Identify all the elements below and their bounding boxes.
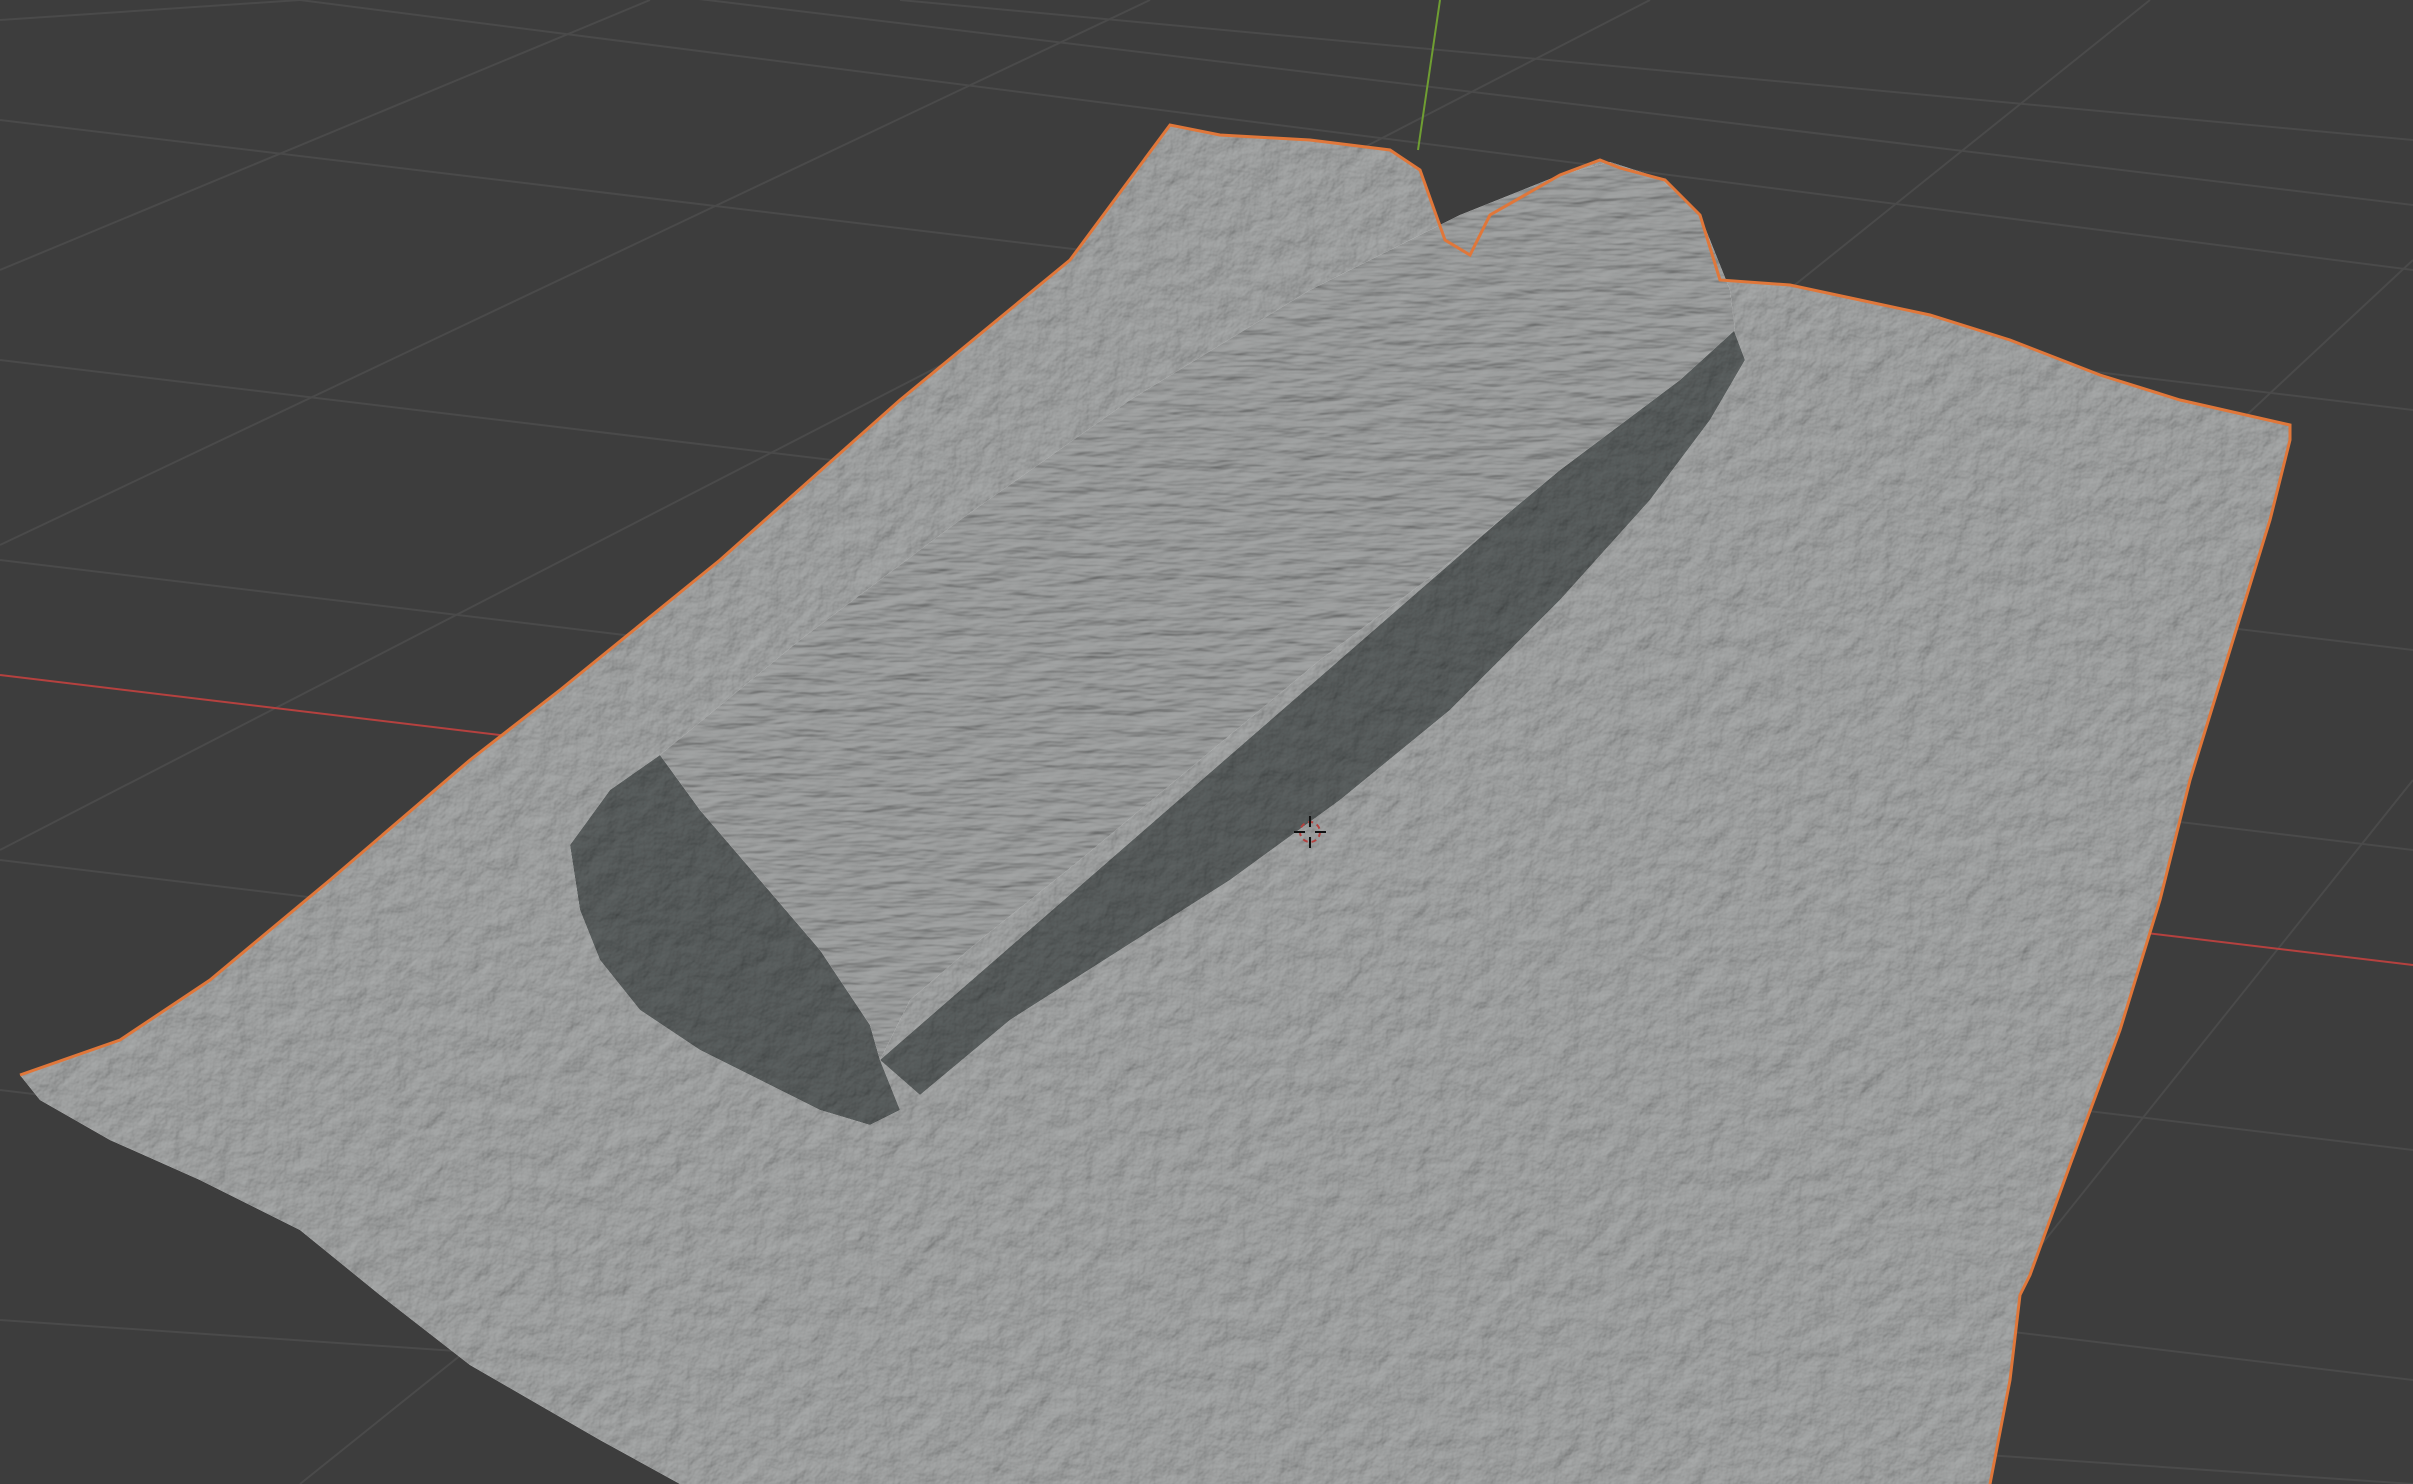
y-axis-line (1417, 0, 1441, 151)
grid-line (899, 0, 2413, 141)
scanned-terrain-mesh[interactable] (19, 123, 2292, 1484)
viewport-scene[interactable] (0, 0, 2413, 1484)
terrain-ground-surface (20, 125, 2290, 1484)
grid-line (0, 0, 301, 21)
3d-viewport[interactable] (0, 0, 2413, 1484)
grid-line (0, 0, 651, 271)
